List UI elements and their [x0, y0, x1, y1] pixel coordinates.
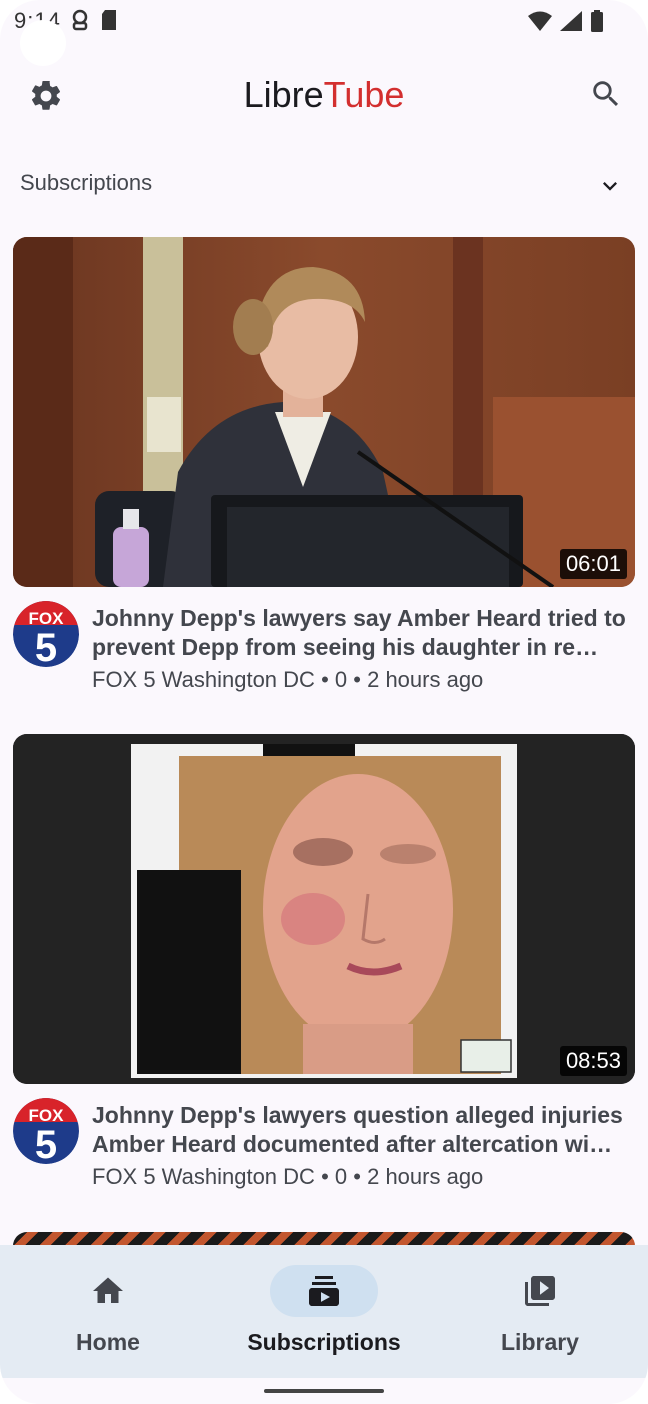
- wifi-icon: [528, 11, 552, 31]
- nav-label: Home: [76, 1329, 140, 1355]
- video-duration: 08:53: [559, 1046, 627, 1076]
- video-meta: FOX 5 Washington DC • 0 • 2 hours ago: [92, 1164, 483, 1190]
- search-icon: [593, 81, 619, 107]
- channel-avatar[interactable]: FOX 5: [13, 601, 79, 667]
- nav-label: Library: [501, 1329, 579, 1355]
- upload-age: 2 hours ago: [367, 1164, 484, 1189]
- video-card[interactable]: 08:53 FOX 5 Johnny Depp's lawyers questi…: [0, 734, 648, 1204]
- sd-card-icon: [102, 10, 116, 30]
- app-title-tube: Tube: [323, 74, 405, 115]
- gesture-navigation-bar[interactable]: [264, 1389, 384, 1393]
- nav-home[interactable]: Home: [0, 1245, 216, 1378]
- thumbnail-image: [13, 237, 635, 587]
- svg-text:5: 5: [35, 626, 57, 667]
- app-title: LibreTube: [0, 74, 648, 116]
- subscriptions-icon: [309, 1276, 339, 1306]
- bottom-navigation: Home Subscriptions Library: [0, 1245, 648, 1378]
- video-duration: 06:01: [559, 549, 627, 579]
- nav-subscriptions[interactable]: Subscriptions: [216, 1245, 432, 1378]
- video-title[interactable]: Johnny Depp's lawyers question alleged i…: [92, 1101, 628, 1159]
- video-thumbnail[interactable]: 08:53: [13, 734, 635, 1084]
- status-left-icons: [70, 9, 118, 31]
- meta-separator: •: [353, 667, 361, 692]
- channel-avatar[interactable]: FOX 5: [13, 1098, 79, 1164]
- upload-age: 2 hours ago: [367, 667, 484, 692]
- feed-filter-label: Subscriptions: [20, 170, 153, 195]
- channel-name[interactable]: FOX 5 Washington DC: [92, 667, 315, 692]
- chevron-down-icon: [603, 182, 617, 191]
- video-meta: FOX 5 Washington DC • 0 • 2 hours ago: [92, 667, 483, 693]
- status-bar: 9:14: [0, 0, 648, 66]
- library-icon: [525, 1276, 555, 1306]
- channel-name[interactable]: FOX 5 Washington DC: [92, 1164, 315, 1189]
- fox5-logo: FOX 5: [13, 601, 79, 667]
- video-title[interactable]: Johnny Depp's lawyers say Amber Heard tr…: [92, 604, 628, 662]
- app-screen: 9:14: [0, 0, 648, 1404]
- meta-separator: •: [353, 1164, 361, 1189]
- video-thumbnail[interactable]: 06:01: [13, 237, 635, 587]
- thumbnail-image: [13, 734, 635, 1084]
- video-card[interactable]: 06:01 FOX 5 Johnny Depp's lawyers say Am…: [0, 237, 648, 707]
- nav-library[interactable]: Library: [432, 1245, 648, 1378]
- notification-icon: [72, 9, 88, 31]
- view-count: 0: [334, 667, 348, 692]
- view-count: 0: [334, 1164, 348, 1189]
- meta-separator: •: [321, 1164, 329, 1189]
- video-thumbnail-partial[interactable]: [13, 1232, 635, 1246]
- nav-label: Subscriptions: [247, 1329, 401, 1355]
- feed-filter-dropdown[interactable]: Subscriptions: [0, 158, 648, 210]
- top-app-bar: LibreTube: [0, 60, 648, 130]
- fox5-logo: FOX 5: [13, 1098, 79, 1164]
- home-icon: [93, 1277, 123, 1303]
- status-right-icons: [528, 10, 604, 32]
- svg-text:5: 5: [35, 1123, 57, 1164]
- battery-icon: [591, 10, 603, 32]
- app-title-libre: Libre: [243, 74, 324, 115]
- search-button[interactable]: [584, 72, 628, 116]
- meta-separator: •: [321, 667, 329, 692]
- signal-icon: [560, 11, 582, 31]
